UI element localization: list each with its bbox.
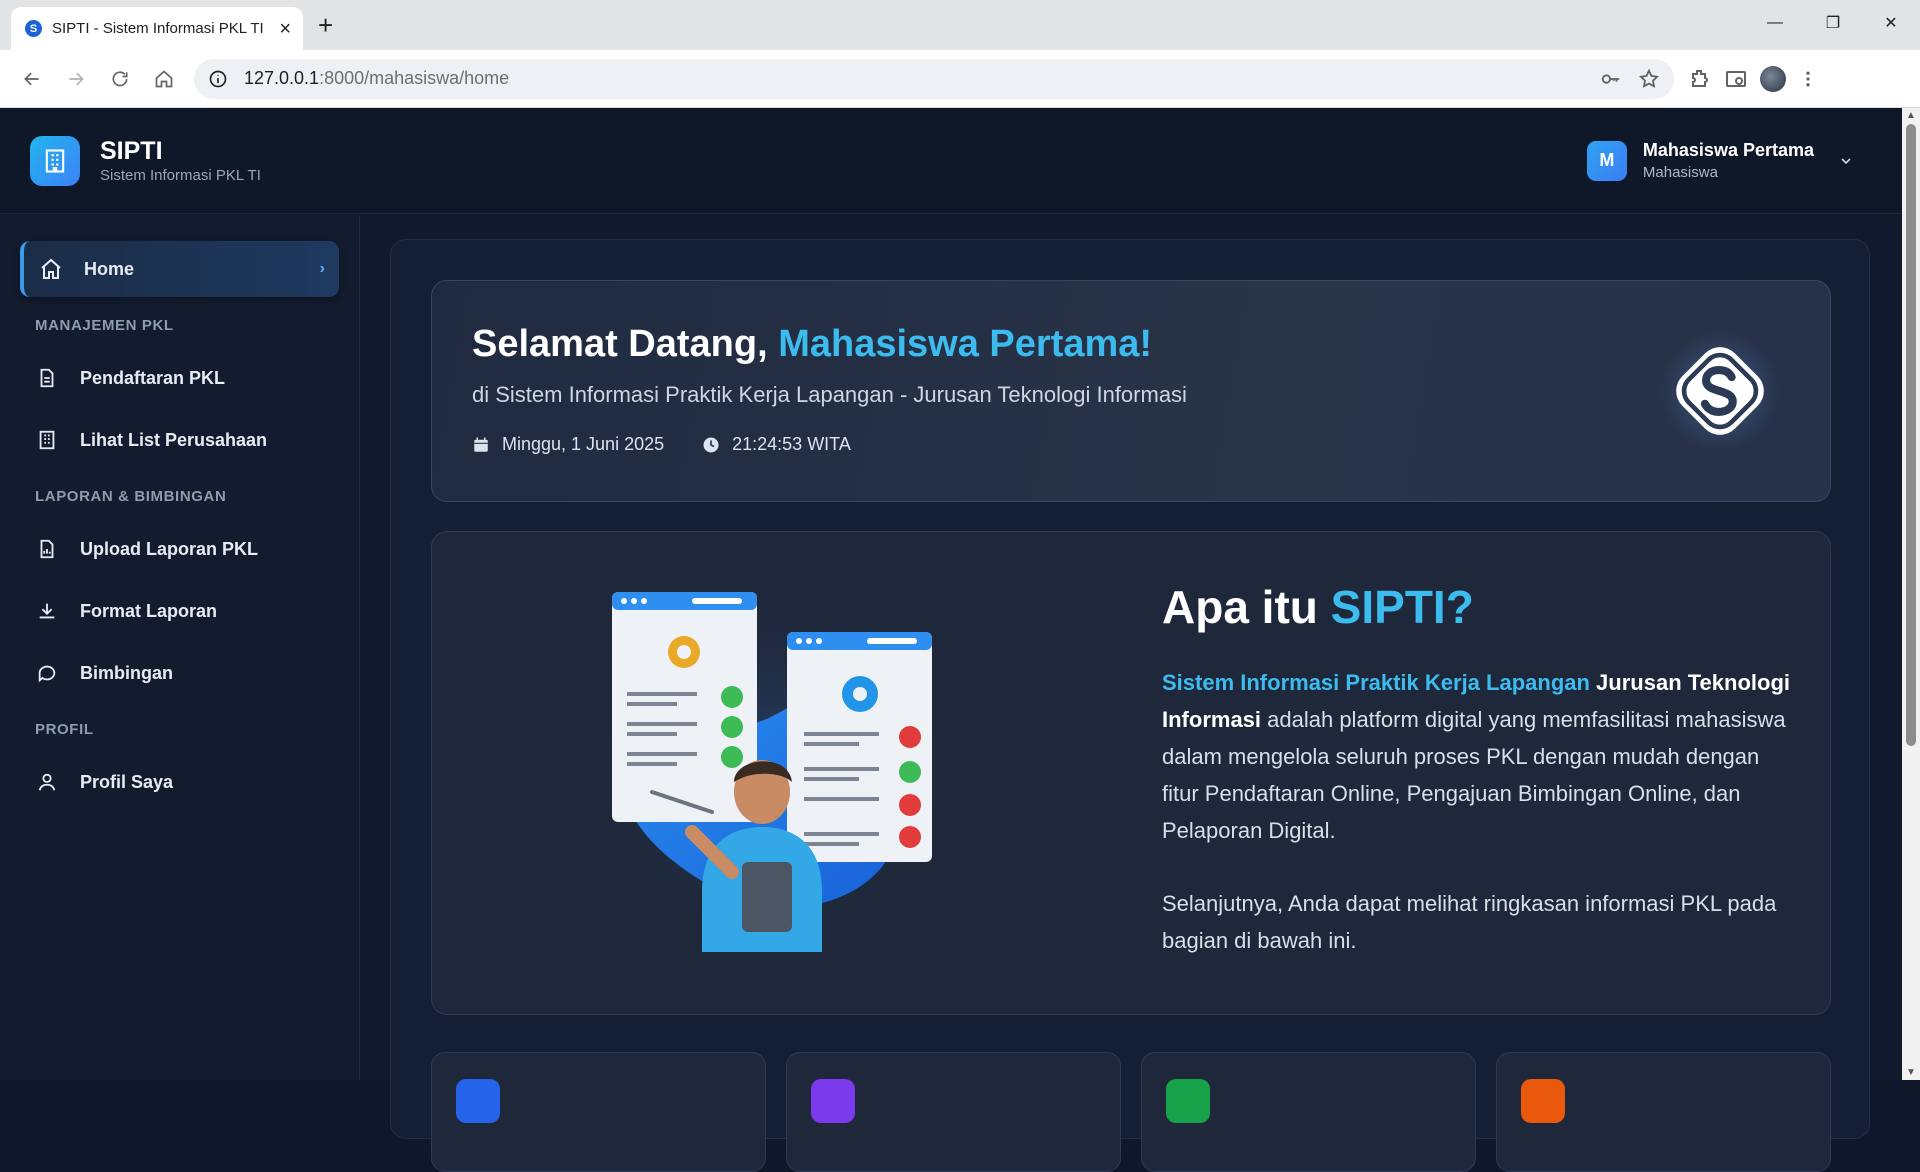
sidebar-item-label: Profil Saya <box>80 771 174 792</box>
forward-button[interactable] <box>54 59 98 99</box>
building-icon <box>34 429 60 451</box>
user-name: Mahasiswa Pertama <box>1642 140 1814 160</box>
report-icon <box>34 538 60 560</box>
app-root: SIPTI Sistem Informasi PKL TI M Mahasisw… <box>0 108 1902 1172</box>
clock-icon <box>703 437 719 452</box>
scroll-down-icon[interactable]: ▼ <box>1906 1067 1916 1078</box>
bookmark-star-icon[interactable] <box>1638 68 1660 90</box>
sidebar-item-label: Lihat List Perusahaan <box>80 429 268 450</box>
welcome-banner: Selamat Datang, Mahasiswa Pertama! di Si… <box>431 280 1831 502</box>
main-content: Selamat Datang, Mahasiswa Pertama! di Si… <box>390 239 1870 1172</box>
password-key-icon[interactable] <box>1600 68 1622 90</box>
address-bar[interactable]: 127.0.0.1:8000/mahasiswa/home <box>194 58 1674 99</box>
sidebar-item-label: Home <box>84 258 135 279</box>
home-button[interactable] <box>142 59 186 99</box>
building-logo-icon[interactable] <box>30 135 80 186</box>
sidebar-item-label: Bimbingan <box>80 662 173 683</box>
browser-toolbar: 127.0.0.1:8000/mahasiswa/home <box>0 50 1920 108</box>
scrollbar-thumb[interactable] <box>1906 124 1916 746</box>
user-avatar: M <box>1586 140 1627 181</box>
sidebar-section-pkl: MANAJEMEN PKL <box>35 317 174 334</box>
welcome-user-name: Mahasiswa Pertama! <box>778 323 1153 365</box>
sidebar-item-pendaftaran[interactable]: Pendaftaran PKL <box>20 350 339 406</box>
sidebar-item-bimbingan[interactable]: Bimbingan <box>20 645 339 701</box>
home-icon <box>38 257 64 281</box>
site-info-icon[interactable] <box>208 69 228 89</box>
sidebar-item-profil[interactable]: Profil Saya <box>20 754 339 810</box>
card-icon <box>1521 1079 1565 1123</box>
about-section: Apa itu SIPTI? Sistem Informasi Praktik … <box>431 531 1831 1015</box>
sidebar-section-profil: PROFIL <box>35 721 94 738</box>
brand-name: SIPTI <box>100 137 163 165</box>
page-scrollbar[interactable]: ▲ ▼ <box>1902 108 1920 1080</box>
summary-card[interactable] <box>786 1052 1121 1172</box>
sidebar-item-perusahaan[interactable]: Lihat List Perusahaan <box>20 412 339 468</box>
close-window-button[interactable]: ✕ <box>1862 0 1920 46</box>
browser-tabbar: S SIPTI - Sistem Informasi PKL TI × + — … <box>0 0 1920 50</box>
user-menu[interactable]: M Mahasiswa Pertama Mahasiswa <box>1586 140 1854 181</box>
url-text[interactable]: 127.0.0.1:8000/mahasiswa/home <box>244 68 1584 89</box>
welcome-title: Selamat Datang, Mahasiswa Pertama! <box>472 323 1153 365</box>
about-text: Apa itu SIPTI? Sistem Informasi Praktik … <box>1162 580 1802 959</box>
user-role: Mahasiswa <box>1642 164 1718 181</box>
cast-search-icon[interactable] <box>1724 67 1748 91</box>
summary-card[interactable] <box>1496 1052 1831 1172</box>
chevron-down-icon[interactable] <box>1838 153 1854 169</box>
about-title: Apa itu SIPTI? <box>1162 581 1474 633</box>
current-time: 21:24:53 WITA <box>732 434 851 454</box>
chat-icon <box>34 662 60 684</box>
restore-button[interactable]: ❐ <box>1804 0 1862 46</box>
sidebar-item-label: Upload Laporan PKL <box>80 538 259 559</box>
profile-avatar[interactable] <box>1760 65 1786 92</box>
back-button[interactable] <box>10 59 54 99</box>
about-description: Sistem Informasi Praktik Kerja Lapangan … <box>1162 670 1790 843</box>
calendar-icon <box>474 437 488 452</box>
card-icon <box>811 1079 855 1123</box>
new-tab-button[interactable]: + <box>318 10 333 41</box>
sipti-logo-icon <box>1660 331 1780 451</box>
document-icon <box>34 367 60 389</box>
user-icon <box>34 771 60 793</box>
summary-card[interactable] <box>431 1052 766 1172</box>
brand: SIPTI Sistem Informasi PKL TI <box>100 137 261 184</box>
menu-kebab-icon[interactable] <box>1798 69 1818 89</box>
sidebar-item-home[interactable]: Home › <box>20 241 339 297</box>
reload-button[interactable] <box>98 59 142 99</box>
minimize-button[interactable]: — <box>1746 0 1804 46</box>
brand-subtitle: Sistem Informasi PKL TI <box>100 167 261 184</box>
card-icon <box>1166 1079 1210 1123</box>
tab-title: SIPTI - Sistem Informasi PKL TI <box>52 20 264 37</box>
scroll-up-icon[interactable]: ▲ <box>1906 110 1916 121</box>
close-tab-icon[interactable]: × <box>279 19 291 39</box>
summary-card[interactable] <box>1141 1052 1476 1172</box>
card-icon <box>456 1079 500 1123</box>
current-date: Minggu, 1 Juni 2025 <box>502 434 665 454</box>
welcome-subtitle: di Sistem Informasi Praktik Kerja Lapang… <box>472 382 1187 407</box>
favicon-icon: S <box>25 20 42 37</box>
download-icon <box>34 600 60 622</box>
window-controls: — ❐ ✕ <box>1746 0 1920 46</box>
sidebar: Home › MANAJEMEN PKL Pendaftaran PKL Lih… <box>0 215 360 1080</box>
sidebar-item-upload[interactable]: Upload Laporan PKL <box>20 521 339 577</box>
illustration-image <box>582 592 962 952</box>
extensions-icon[interactable] <box>1688 67 1712 91</box>
sidebar-section-laporan: LAPORAN & BIMBINGAN <box>35 488 227 505</box>
sidebar-item-label: Pendaftaran PKL <box>80 367 226 388</box>
browser-tab[interactable]: S SIPTI - Sistem Informasi PKL TI × <box>11 7 303 50</box>
about-next-hint: Selanjutnya, Anda dapat melihat ringkasa… <box>1162 891 1777 953</box>
app-header: SIPTI Sistem Informasi PKL TI M Mahasisw… <box>0 108 1902 214</box>
sidebar-item-format[interactable]: Format Laporan <box>20 583 339 639</box>
welcome-meta: Minggu, 1 Juni 2025 21:24:53 WITA <box>472 434 1790 455</box>
chevron-right-icon: › <box>319 260 325 277</box>
summary-cards <box>431 1052 1831 1172</box>
sidebar-item-label: Format Laporan <box>80 600 218 621</box>
